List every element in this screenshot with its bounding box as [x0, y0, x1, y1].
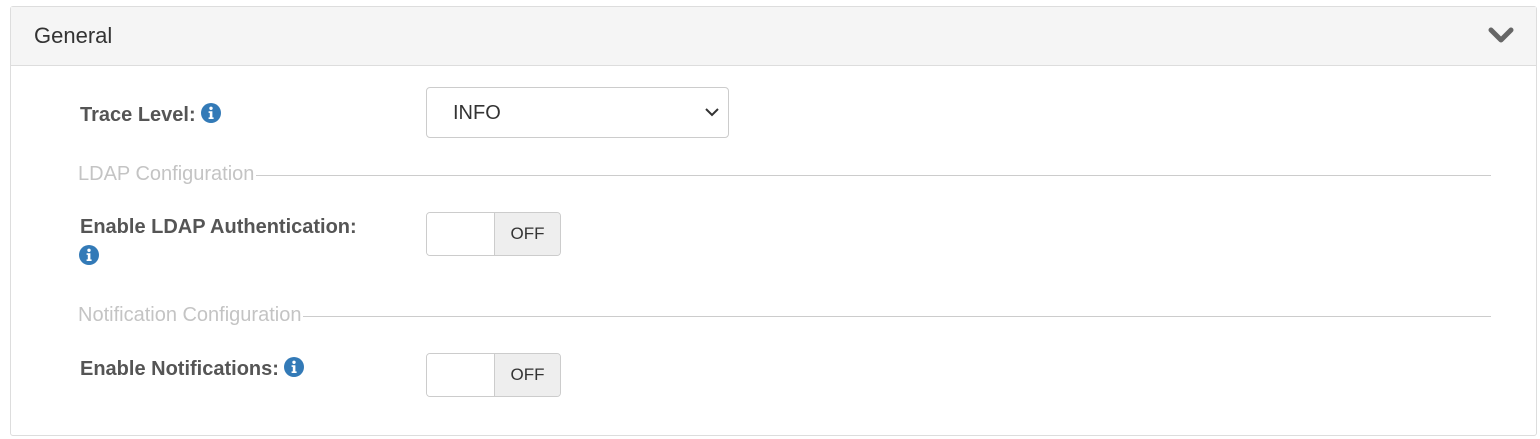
- ldap-configuration-legend: LDAP Configuration: [78, 163, 1491, 187]
- panel-title: General: [34, 23, 113, 48]
- legend-divider: [78, 175, 1491, 176]
- ldap-auth-label-text: Enable LDAP Authentication:: [80, 216, 357, 238]
- trace-level-label-text: Trace Level:: [80, 104, 196, 126]
- trace-level-value: INFO: [453, 102, 501, 124]
- ldap-auth-label: Enable LDAP Authentication:: [80, 216, 357, 239]
- trace-level-label: Trace Level:: [80, 103, 222, 127]
- caret-down-icon: [705, 108, 719, 117]
- notifications-toggle[interactable]: OFF: [426, 353, 561, 397]
- ldap-configuration-heading: LDAP Configuration: [78, 163, 257, 186]
- toggle-off-label[interactable]: OFF: [494, 213, 560, 255]
- info-icon[interactable]: [201, 103, 222, 123]
- ldap-auth-toggle[interactable]: OFF: [426, 212, 561, 256]
- notifications-label-text: Enable Notifications:: [80, 358, 279, 380]
- notifications-label: Enable Notifications:: [80, 357, 305, 381]
- toggle-on-side[interactable]: [427, 354, 494, 396]
- toggle-off-label[interactable]: OFF: [494, 354, 560, 396]
- trace-level-select[interactable]: INFO: [426, 87, 729, 138]
- chevron-down-icon[interactable]: [1488, 24, 1514, 46]
- notification-configuration-legend: Notification Configuration: [78, 304, 1491, 328]
- info-icon[interactable]: [79, 245, 99, 265]
- toggle-on-side[interactable]: [427, 213, 494, 255]
- notification-configuration-heading: Notification Configuration: [78, 304, 304, 327]
- info-icon[interactable]: [284, 357, 305, 377]
- panel-heading[interactable]: General: [11, 7, 1536, 66]
